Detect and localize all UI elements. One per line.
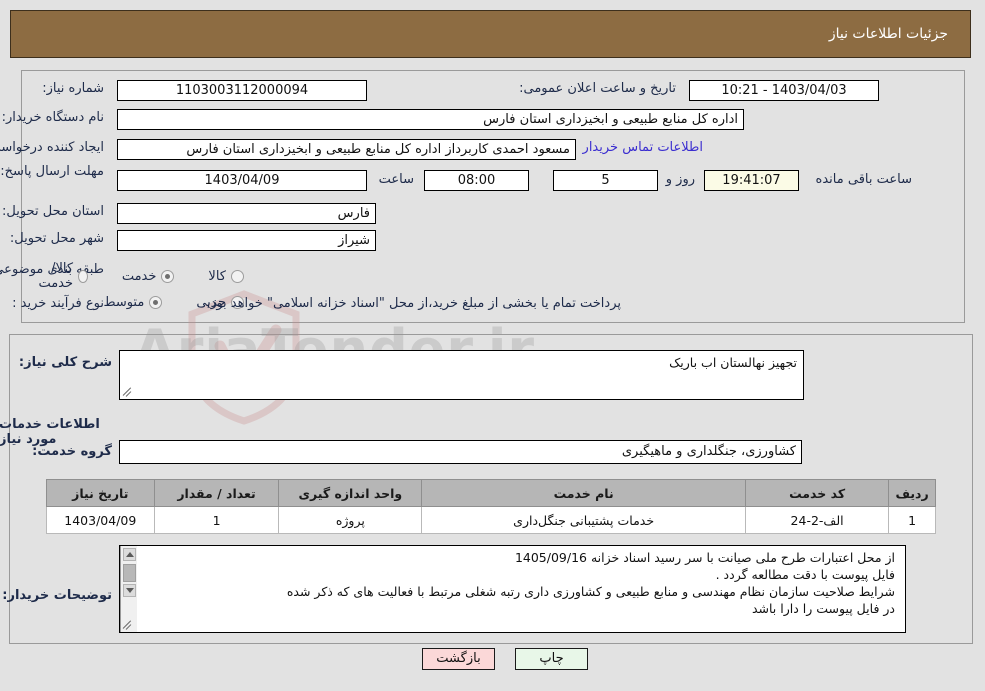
hour-field[interactable]: 08:00 — [425, 170, 530, 191]
cell-service-code: الف-2-24 — [746, 506, 891, 534]
need-number-field[interactable]: 1103003112000094 — [118, 80, 368, 101]
public-announce-field[interactable]: 1403/04/03 - 10:21 — [690, 80, 880, 101]
col-service-name: نام خدمت — [422, 479, 748, 507]
comments-scrollbar[interactable] — [121, 546, 138, 632]
print-button[interactable]: چاپ — [516, 648, 589, 670]
page-title: جزئیات اطلاعات نیاز — [829, 26, 949, 42]
requester-field[interactable]: مسعود احمدی کاربرداز اداره کل منابع طبیع… — [118, 139, 577, 160]
buyer-org-label: نام دستگاه خریدار: — [2, 110, 105, 125]
need-items-table: ردیف کد خدمت نام خدمت واحد اندازه گیری ت… — [47, 479, 937, 534]
comment-line-2: شرایط صلاحیت سازمان نظام مهندسی و منابع … — [287, 584, 896, 599]
page-header-bar: جزئیات اطلاعات نیاز — [11, 10, 972, 58]
general-desc-label: شرح کلی نیاز: — [19, 355, 113, 370]
scrollbar-thumb[interactable] — [124, 564, 137, 582]
comment-line-1: فایل پیوست با دقت مطالعه گردد . — [716, 567, 896, 582]
province-field[interactable]: فارس — [118, 203, 377, 224]
service-group-field[interactable]: کشاورزی، جنگلداری و ماهیگیری — [120, 440, 803, 464]
category-option-label-0: کالا — [209, 268, 227, 284]
hour-label: ساعت — [379, 172, 415, 187]
public-announce-label-wrap: تاریخ و ساعت اعلان عمومی: — [520, 81, 677, 96]
category-option-kala[interactable]: کالا — [209, 269, 245, 284]
requester-label: ایجاد کننده درخواست: — [0, 140, 105, 155]
buyer-org-field[interactable]: اداره کل منابع طبیعی و ابخیزداری استان ف… — [118, 109, 745, 130]
scroll-up-arrow-icon[interactable] — [124, 548, 137, 561]
deadline-row: مهلت ارسال پاسخ: تا تاریخ: — [0, 163, 105, 180]
scroll-down-arrow-icon[interactable] — [124, 584, 137, 597]
city-label: شهر محل تحویل: — [10, 231, 105, 246]
col-row-no: ردیف — [889, 479, 937, 507]
services-info-heading: اطلاعات خدمات مورد نیاز — [0, 417, 101, 447]
countdown-label: ساعت باقی مانده — [816, 172, 913, 187]
requester-row: ایجاد کننده درخواست: — [0, 140, 105, 155]
radio-icon-khedmat[interactable] — [162, 269, 176, 283]
buyer-org-row: نام دستگاه خریدار: — [3, 110, 105, 125]
general-desc-textarea[interactable]: تجهیز نهالستان اب باریک — [120, 350, 805, 400]
process-option-label-1: متوسط — [104, 295, 146, 310]
radio-icon-kala[interactable] — [232, 269, 245, 283]
category-option-kala-khedmat[interactable]: کالا/خدمت — [34, 261, 89, 291]
days-remaining-field[interactable]: 5 — [554, 170, 659, 191]
city-row: شهر محل تحویل: — [11, 231, 105, 246]
process-option-motavaset[interactable]: متوسط — [104, 295, 164, 310]
province-label: استان محل تحویل: — [3, 204, 105, 219]
need-number-row: شماره نیاز: — [43, 81, 105, 96]
need-number-label: شماره نیاز: — [43, 81, 105, 96]
deadline-date-field[interactable]: 1403/04/09 — [118, 170, 368, 191]
cell-service-name: خدمات پشتیبانی جنگل‌داری — [422, 506, 748, 534]
col-quantity: تعداد / مقدار — [154, 479, 281, 507]
col-unit: واحد اندازه گیری — [279, 479, 424, 507]
cell-quantity: 1 — [154, 506, 281, 534]
radio-icon-kala-khedmat[interactable] — [79, 269, 89, 283]
category-radio-group[interactable]: کالا خدمت کالا/خدمت — [0, 261, 245, 291]
cell-unit: پروژه — [279, 506, 424, 534]
buyer-contact-link[interactable]: اطلاعات تماس خریدار — [584, 140, 704, 155]
radio-icon-motavaset[interactable] — [150, 296, 164, 309]
province-row: استان محل تحویل: — [3, 204, 105, 219]
buyer-comments-textarea[interactable]: از محل اعتبارات طرح ملی صیانت با سر رسید… — [120, 545, 907, 633]
table-header-row: ردیف کد خدمت نام خدمت واحد اندازه گیری ت… — [47, 479, 937, 507]
comment-line-3: در فایل پیوست را دارا باشد — [752, 601, 896, 616]
category-option-label-2: کالا/خدمت — [39, 261, 75, 291]
service-group-label: گروه خدمت: — [33, 444, 113, 459]
table-row[interactable]: 1 الف-2-24 خدمات پشتیبانی جنگل‌داری پروژ… — [47, 506, 937, 534]
category-option-khedmat[interactable]: خدمت — [123, 269, 176, 284]
deadline-label: مهلت ارسال پاسخ: تا تاریخ: — [0, 164, 105, 179]
cell-need-date: 1403/04/09 — [47, 506, 156, 534]
col-need-date: تاریخ نیاز — [47, 479, 156, 507]
category-option-label-1: خدمت — [122, 268, 158, 284]
public-announce-label: تاریخ و ساعت اعلان عمومی: — [520, 81, 677, 96]
days-label: روز و — [666, 172, 696, 187]
process-note: پرداخت تمام یا بخشی از مبلغ خرید،از محل … — [207, 296, 622, 311]
comment-line-0: از محل اعتبارات طرح ملی صیانت با سر رسید… — [515, 550, 896, 565]
city-field[interactable]: شیراز — [118, 230, 377, 251]
buyer-comments-label: توضیحات خریدار: — [3, 588, 113, 603]
general-desc-value: تجهیز نهالستان اب باریک — [670, 355, 798, 370]
col-service-code: کد خدمت — [746, 479, 891, 507]
back-button[interactable]: بازگشت — [423, 648, 496, 670]
cell-row-no: 1 — [889, 506, 937, 534]
countdown-timer-field[interactable]: 19:41:07 — [705, 170, 800, 191]
resize-grip-icon[interactable] — [123, 386, 135, 398]
